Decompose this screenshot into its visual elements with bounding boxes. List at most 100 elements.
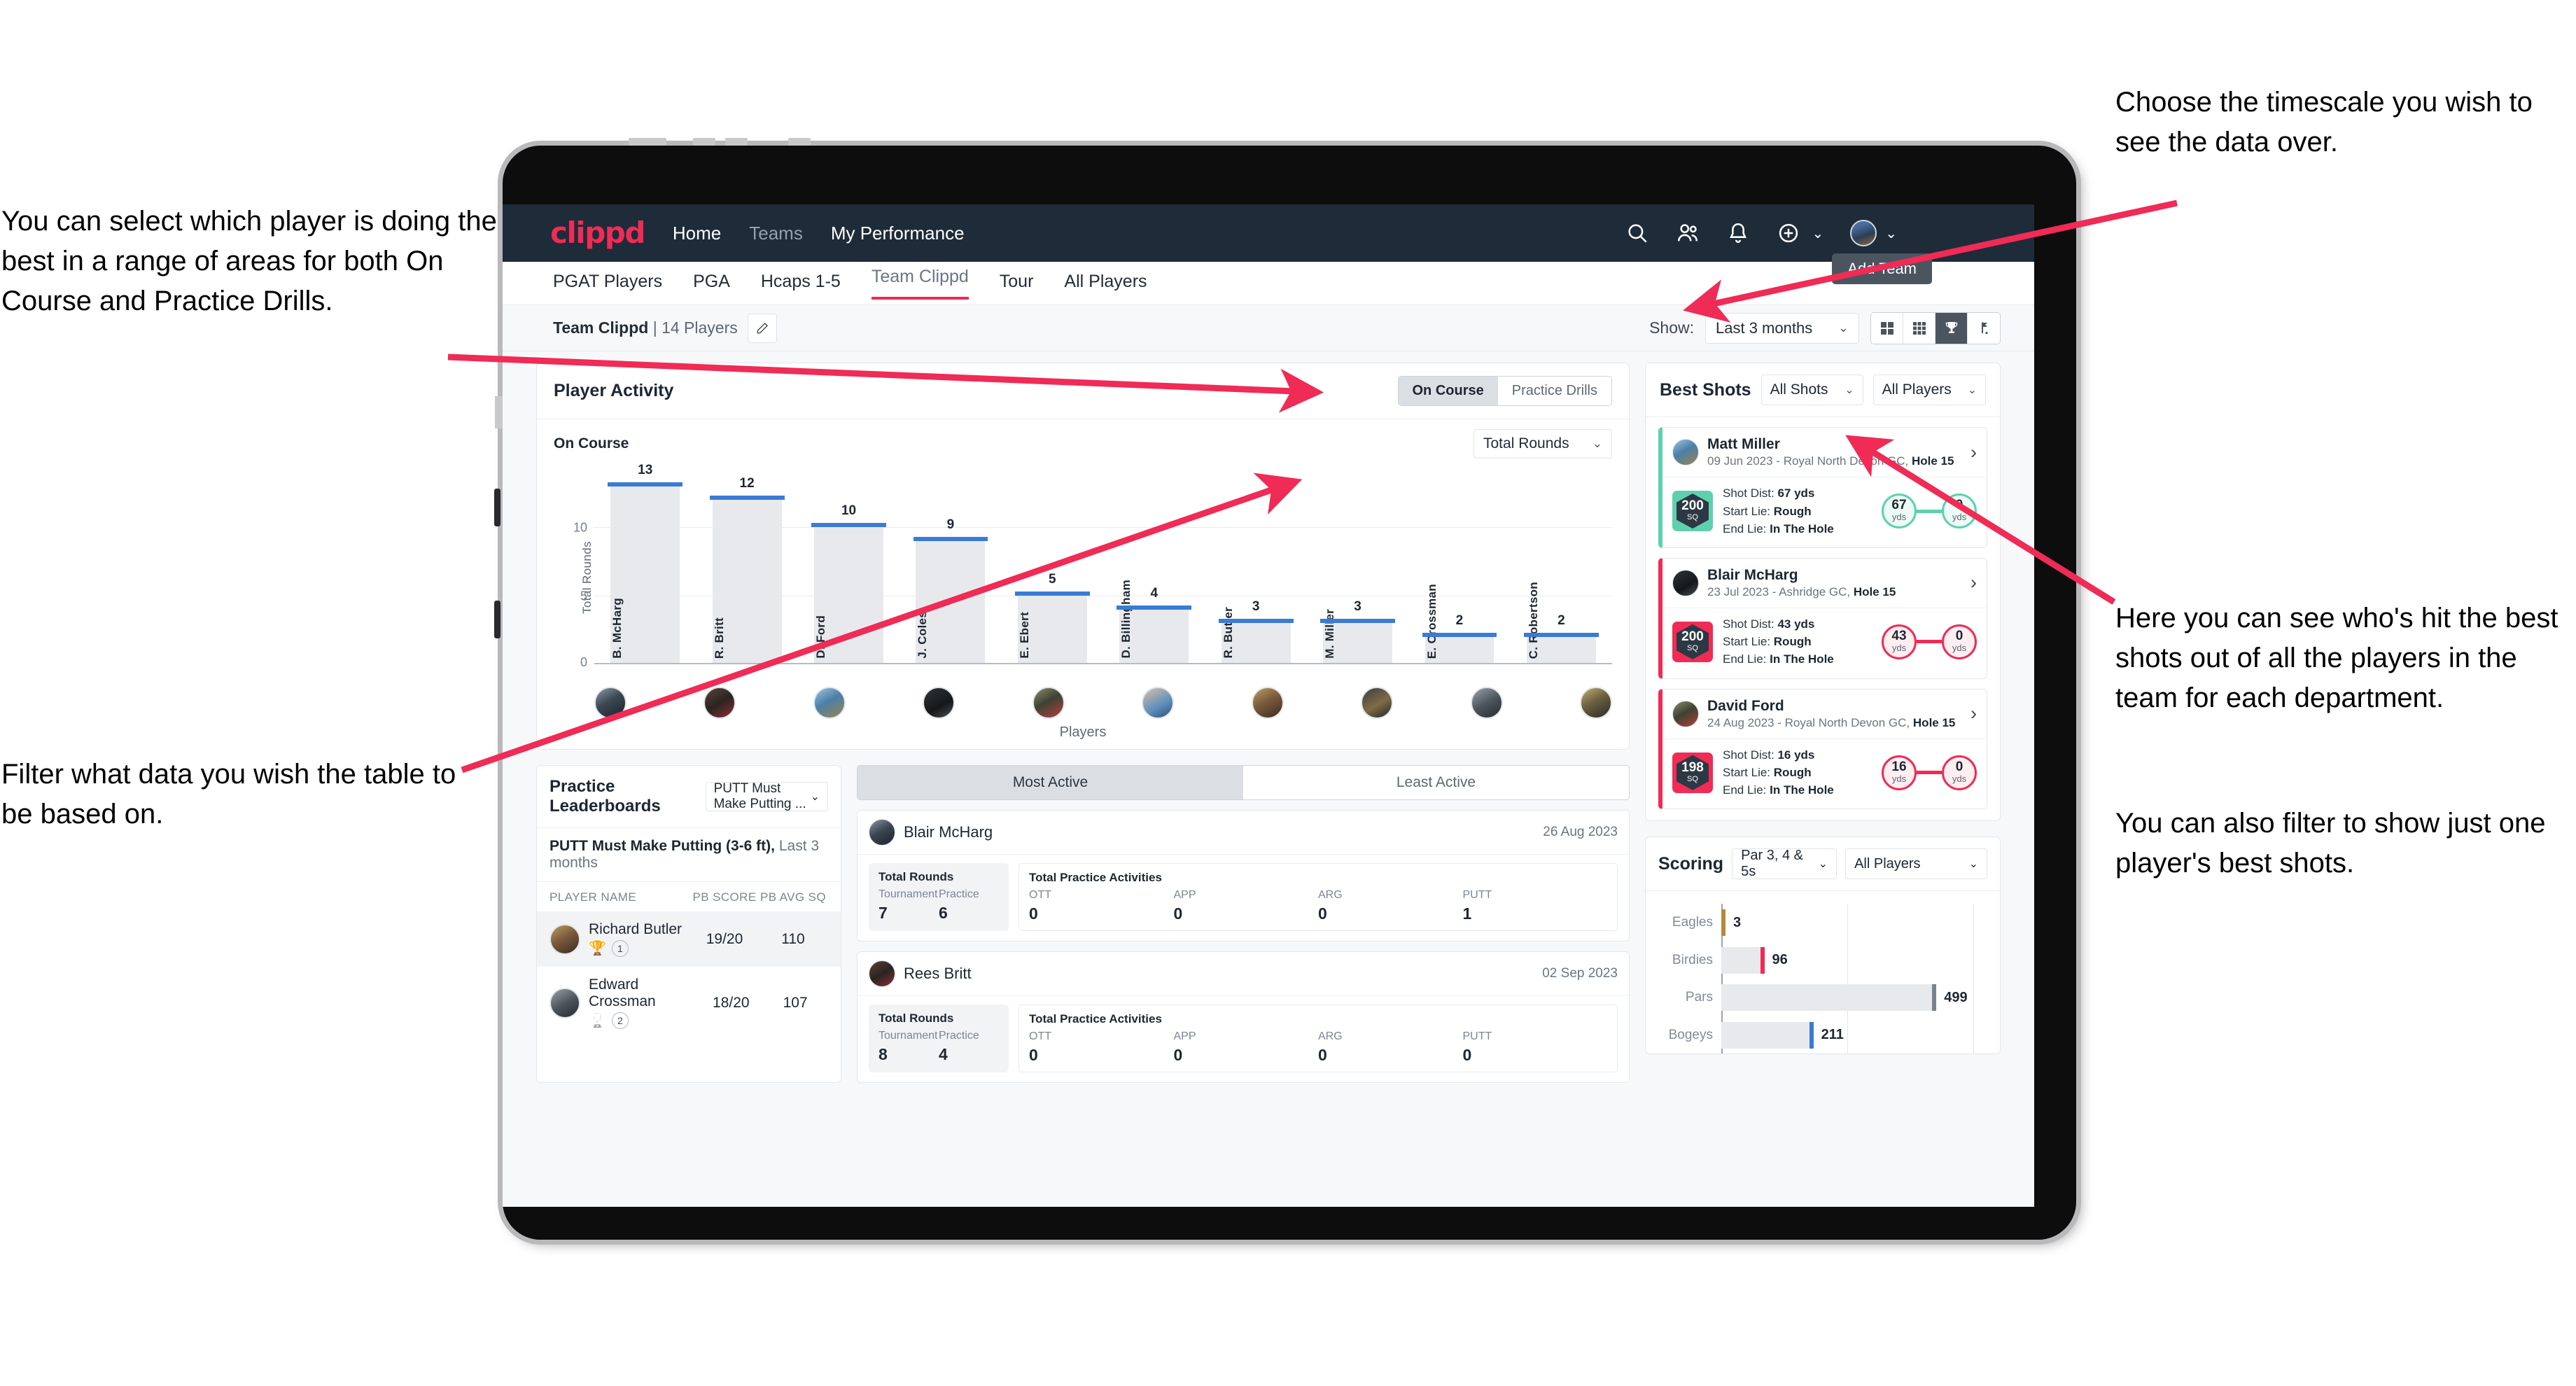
scoring-row[interactable]: Birdies 96 <box>1660 946 1986 974</box>
shot-dist-row: Shot Dist: 16 yds <box>1723 746 1834 764</box>
chart-bar-group[interactable]: 12 R. Britt <box>696 472 797 664</box>
plus-chevron-down-icon[interactable]: ⌄ <box>1812 225 1823 242</box>
chart-bar[interactable]: M. Miller <box>1320 609 1395 664</box>
player-avatar[interactable] <box>594 687 626 719</box>
player-avatar[interactable] <box>704 687 736 719</box>
view-flag-button[interactable] <box>1968 312 2000 344</box>
chart-bar[interactable]: B. McHarg <box>608 482 682 664</box>
scoring-player-select[interactable]: All Players ⌄ <box>1845 848 1987 880</box>
acts-value: 0 <box>1173 1046 1183 1064</box>
acts-col: APP 0 <box>1174 1030 1319 1065</box>
best-shot-card[interactable]: Matt Miller 09 Jun 2023 - Royal North Dev… <box>1658 427 1987 548</box>
bell-icon[interactable] <box>1726 221 1750 245</box>
tab-team-clippd[interactable]: Team Clippd <box>871 267 969 300</box>
activity-type-segmented-control: On Course Practice Drills <box>1397 376 1612 406</box>
edit-team-button[interactable] <box>747 313 777 343</box>
tab-least-active[interactable]: Least Active <box>1243 766 1629 799</box>
distance-dumbbell: 67 yds 0 yds <box>1882 493 1977 529</box>
end-lie-label: End Lie: <box>1723 783 1767 797</box>
chart-bar-group[interactable]: 4 D. Billingham <box>1103 472 1205 664</box>
chevron-right-icon[interactable]: › <box>1970 572 1977 594</box>
tab-most-active[interactable]: Most Active <box>858 766 1243 799</box>
chart-bar[interactable]: R. Britt <box>709 496 785 664</box>
best-shot-card[interactable]: Blair McHarg 23 Jul 2023 - Ashridge GC, H… <box>1658 557 1987 679</box>
player-avatar[interactable] <box>1142 687 1175 719</box>
activity-card[interactable]: Rees Britt 02 Sep 2023 Total Rounds Tournam… <box>857 951 1630 1083</box>
player-avatar[interactable] <box>813 687 846 719</box>
best-shot-card[interactable]: David Ford 24 Aug 2023 - Royal North Devo… <box>1658 688 1987 810</box>
chart-bar-group[interactable]: 5 E. Ebert <box>1002 472 1103 664</box>
scoring-bar[interactable] <box>1721 909 1726 937</box>
table-row[interactable]: Richard Butler 🏆 1 19/20 110 <box>537 911 841 967</box>
player-avatar[interactable] <box>1251 687 1284 719</box>
chart-bar-group[interactable]: 13 B. McHarg <box>594 463 696 664</box>
tab-tour[interactable]: Tour <box>1000 272 1034 295</box>
chart-bar[interactable]: E. Crossman <box>1422 584 1497 664</box>
player-avatar[interactable] <box>1032 687 1065 719</box>
chart-bar[interactable]: D. Billingham <box>1116 580 1191 664</box>
tab-all-players[interactable]: All Players <box>1064 272 1147 295</box>
best-shot-header: David Ford 24 Aug 2023 - Royal North Devo… <box>1662 690 1987 738</box>
scoring-bar[interactable] <box>1721 1021 1814 1049</box>
table-row[interactable]: Edward Crossman 🏆 2 18/20 107 <box>537 967 841 1039</box>
drill-select[interactable]: PUTT Must Make Putting ... ⌄ <box>705 781 828 811</box>
user-avatar[interactable] <box>1850 220 1877 246</box>
chevron-right-icon[interactable]: › <box>1970 703 1977 724</box>
activity-card-body: Total Rounds Tournament 8 Practice 4 Total Pr… <box>858 996 1629 1082</box>
tab-hcaps-1-5[interactable]: Hcaps 1-5 <box>761 272 841 295</box>
people-icon[interactable] <box>1676 221 1700 245</box>
chart-bar-group[interactable]: 3 M. Miller <box>1307 472 1408 664</box>
player-avatar[interactable] <box>1470 687 1503 719</box>
chart-bar-group[interactable]: 9 J. Coles <box>899 472 1001 664</box>
nav-link-my-performance[interactable]: My Performance <box>831 223 965 244</box>
search-icon[interactable] <box>1625 221 1649 245</box>
scoring-bar[interactable] <box>1721 946 1765 974</box>
segment-on-course[interactable]: On Course <box>1398 377 1498 405</box>
tab-pga[interactable]: PGA <box>693 272 730 295</box>
activity-card[interactable]: Blair McHarg 26 Aug 2023 Total Rounds Tourn… <box>857 810 1630 941</box>
plus-circle-icon[interactable] <box>1777 221 1800 245</box>
chevron-right-icon[interactable]: › <box>1970 442 1977 463</box>
acts-key: APP <box>1173 889 1196 901</box>
segment-practice-drills[interactable]: Practice Drills <box>1497 377 1611 405</box>
shot-type-select[interactable]: All Shots ⌄ <box>1760 374 1863 405</box>
scoring-row[interactable]: Eagles 3 <box>1660 909 1986 937</box>
nav-link-home[interactable]: Home <box>673 223 721 244</box>
view-grid-large-button[interactable] <box>1871 312 1903 344</box>
chart-bar[interactable]: E. Ebert <box>1014 592 1090 664</box>
player-avatar[interactable] <box>923 687 955 719</box>
chart-bar[interactable]: D. Ford <box>811 523 886 664</box>
chart-bar-group[interactable]: 3 R. Butler <box>1205 472 1306 664</box>
nav-link-teams[interactable]: Teams <box>749 223 803 244</box>
player-activity-chart: Total Rounds 5 10 13 B. McHarg 12 R. Britt 10… <box>554 463 1612 682</box>
scoring-value: 499 <box>1944 989 1968 1005</box>
activity-date: 26 Aug 2023 <box>1543 825 1618 839</box>
timescale-select[interactable]: Last 3 months ⌄ <box>1705 312 1859 344</box>
distance-from-value: 43 <box>1891 628 1907 643</box>
annotation-right-bottom: You can also filter to show just one pla… <box>2115 808 2546 878</box>
chart-bar[interactable]: C. Robertson <box>1523 582 1599 664</box>
scoring-row[interactable]: Pars 499 <box>1660 984 1986 1011</box>
par-select[interactable]: Par 3, 4 & 5s ⌄ <box>1732 848 1837 880</box>
player-avatar[interactable] <box>1361 687 1394 719</box>
tab-pgat-players[interactable]: PGAT Players <box>553 272 662 295</box>
chart-bar-group[interactable]: 2 C. Robertson <box>1511 472 1612 664</box>
chart-bar-value: 12 <box>739 476 755 491</box>
chart-bar-group[interactable]: 10 D. Ford <box>798 472 899 664</box>
best-shots-player-select[interactable]: All Players ⌄ <box>1872 374 1986 405</box>
chart-bar-group[interactable]: 2 E. Crossman <box>1408 472 1510 664</box>
clippd-logo[interactable]: clippd <box>550 218 645 248</box>
view-trophy-button[interactable] <box>1935 312 1968 344</box>
scoring-bar-wrap: 3 <box>1721 909 1986 937</box>
scoring-bar[interactable] <box>1721 984 1937 1011</box>
view-grid-small-button[interactable] <box>1903 312 1935 344</box>
player-avatar[interactable] <box>1579 687 1612 719</box>
chart-bar[interactable]: J. Coles <box>913 536 988 664</box>
scoring-row[interactable]: Bogeys 211 <box>1660 1021 1986 1049</box>
chart-bar[interactable]: R. Butler <box>1218 607 1294 664</box>
shot-quality-value: 200 <box>1681 498 1704 514</box>
activity-card-header: Rees Britt 02 Sep 2023 <box>858 952 1629 996</box>
metric-select[interactable]: Total Rounds ⌄ <box>1474 429 1612 458</box>
avatar-chevron-down-icon[interactable]: ⌄ <box>1885 225 1897 242</box>
best-shot-hole: Hole 15 <box>1912 715 1956 729</box>
